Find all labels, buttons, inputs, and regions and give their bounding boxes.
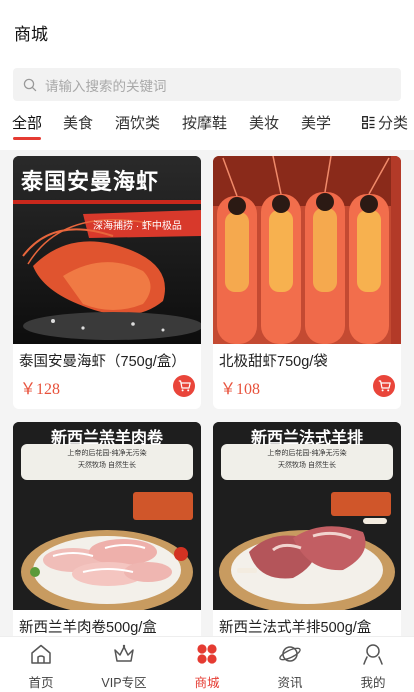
product-price: ￥128 bbox=[20, 381, 61, 398]
cart-icon bbox=[178, 380, 191, 392]
tabbar-label: VIP专区 bbox=[101, 676, 147, 690]
page-title: 商城 bbox=[14, 25, 48, 44]
cart-icon bbox=[378, 380, 391, 392]
crown-icon bbox=[114, 644, 134, 662]
tab-cosmetics[interactable]: 美妆 bbox=[249, 112, 279, 133]
grid-icon bbox=[362, 116, 375, 129]
product-name: 北极甜虾750g/袋 bbox=[219, 354, 328, 370]
product-image-subtitle: 天然牧场 自然生长 bbox=[78, 462, 136, 469]
active-tab-indicator bbox=[13, 137, 41, 140]
tabbar-label: 资讯 bbox=[277, 676, 303, 690]
tabbar-item-home[interactable]: 首页 bbox=[6, 643, 76, 691]
product-image-subtitle: 上帝的后花园-纯净无污染 bbox=[267, 450, 347, 457]
planet-icon bbox=[279, 646, 301, 662]
product-image: 新西兰法式羊排 上帝的后花园-纯净无污染 天然牧场 自然生长 bbox=[213, 422, 401, 610]
tabbar-label: 商城 bbox=[194, 676, 220, 690]
bottom-tab-bar: 首页 VIP专区 商城 资讯 我的 bbox=[0, 636, 414, 692]
product-image-badge: 深海捕捞 · 虾中极品 bbox=[93, 221, 182, 232]
add-to-cart-button[interactable] bbox=[173, 375, 195, 397]
tabbar-item-mall[interactable]: 商城 bbox=[172, 643, 242, 691]
tab-all[interactable]: 全部 bbox=[12, 112, 42, 133]
tab-drinks[interactable]: 酒饮类 bbox=[115, 112, 160, 133]
product-image: 泰国安曼海虾 深海捕捞 · 虾中极品 bbox=[13, 156, 201, 344]
user-icon bbox=[363, 644, 383, 665]
mall-icon bbox=[197, 644, 217, 664]
tabbar-item-news[interactable]: 资讯 bbox=[255, 643, 325, 691]
search-input[interactable]: 请输入搜索的关键词 bbox=[13, 68, 401, 101]
tabbar-item-vip[interactable]: VIP专区 bbox=[89, 643, 159, 691]
product-image bbox=[213, 156, 401, 344]
add-to-cart-button[interactable] bbox=[373, 375, 395, 397]
tab-food[interactable]: 美食 bbox=[63, 112, 93, 133]
category-label: 分类 bbox=[377, 115, 408, 132]
tab-aesthetics[interactable]: 美学 bbox=[301, 112, 331, 133]
product-image-title: 泰国安曼海虾 bbox=[21, 169, 160, 194]
product-image-subtitle: 天然牧场 自然生长 bbox=[278, 462, 336, 469]
product-card[interactable]: 新西兰羔羊肉卷 上帝的后花园-纯净无污染 天然牧场 自然生长 新西兰羊肉卷500… bbox=[13, 422, 201, 642]
product-image-title: 新西兰法式羊排 bbox=[250, 430, 363, 447]
tab-massage-shoes[interactable]: 按摩鞋 bbox=[182, 112, 227, 133]
header: 商城 请输入搜索的关键词 全部 美食 酒饮类 按摩鞋 美妆 美学 分类 bbox=[0, 0, 414, 150]
product-name: 新西兰法式羊排500g/盒 bbox=[219, 620, 372, 636]
product-card[interactable]: 新西兰法式羊排 上帝的后花园-纯净无污染 天然牧场 自然生长 新西兰法式羊排50… bbox=[213, 422, 401, 642]
product-image-subtitle: 上帝的后花园-纯净无污染 bbox=[67, 450, 147, 457]
product-image: 新西兰羔羊肉卷 上帝的后花园-纯净无污染 天然牧场 自然生长 bbox=[13, 422, 201, 610]
product-price: ￥108 bbox=[220, 381, 261, 398]
category-tabs: 全部 美食 酒饮类 按摩鞋 美妆 美学 分类 bbox=[0, 112, 414, 142]
sweet-shrimp-image bbox=[213, 156, 401, 344]
search-icon bbox=[23, 78, 37, 91]
product-name: 新西兰羊肉卷500g/盒 bbox=[19, 620, 157, 636]
tabbar-label: 首页 bbox=[28, 676, 54, 690]
product-card[interactable]: 泰国安曼海虾 深海捕捞 · 虾中极品 泰国安曼海虾（750g/盒） ￥128 bbox=[13, 156, 201, 409]
search-placeholder: 请输入搜索的关键词 bbox=[45, 78, 167, 94]
product-card[interactable]: 北极甜虾750g/袋 ￥108 bbox=[213, 156, 401, 409]
tabbar-item-mine[interactable]: 我的 bbox=[338, 643, 408, 691]
product-name: 泰国安曼海虾（750g/盒） bbox=[19, 354, 186, 370]
home-icon bbox=[31, 644, 51, 664]
product-image-title: 新西兰羔羊肉卷 bbox=[50, 430, 163, 447]
tabbar-label: 我的 bbox=[360, 676, 386, 690]
category-button[interactable]: 分类 bbox=[362, 112, 408, 133]
